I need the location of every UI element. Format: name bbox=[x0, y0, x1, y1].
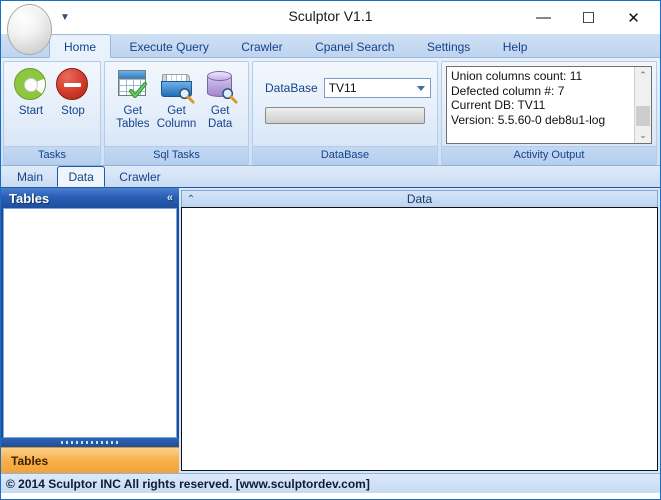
copyright-text: © 2014 Sculptor INC All rights reserved.… bbox=[6, 477, 370, 491]
data-pane: ⌃ Data bbox=[181, 190, 658, 471]
minimize-button[interactable]: — bbox=[521, 2, 566, 33]
tab-data[interactable]: Data bbox=[57, 166, 104, 187]
database-progress-bar bbox=[265, 107, 425, 124]
ribbon-group-activity-output: Union columns count: 11 Defected column … bbox=[441, 61, 657, 165]
tables-pane-title: Tables bbox=[9, 191, 49, 206]
database-field-label: DataBase bbox=[265, 81, 318, 95]
database-combobox-value: TV11 bbox=[329, 81, 357, 95]
scroll-down-icon[interactable]: ⌄ bbox=[635, 127, 651, 143]
ribbon-group-tasks-label: Tasks bbox=[4, 146, 100, 164]
close-button[interactable]: ✕ bbox=[611, 2, 656, 33]
scroll-up-icon[interactable]: ⌃ bbox=[635, 67, 651, 83]
ribbon-tab-help[interactable]: Help bbox=[489, 35, 542, 59]
collapse-left-icon[interactable]: « bbox=[165, 192, 175, 204]
activity-line-2: Defected column #: 7 bbox=[451, 84, 647, 99]
ribbon-group-database-body: DataBase TV11 bbox=[253, 62, 437, 146]
ribbon-group-tasks: Start Stop Tasks bbox=[3, 61, 101, 165]
green-ring-icon bbox=[14, 68, 48, 102]
database-selector-row: DataBase TV11 bbox=[265, 78, 431, 98]
quick-access-dropdown-icon[interactable]: ▼ bbox=[58, 11, 72, 25]
activity-line-3: Current DB: TV11 bbox=[451, 98, 647, 113]
ribbon-tab-home[interactable]: Home bbox=[49, 34, 111, 58]
status-bar: © 2014 Sculptor INC All rights reserved.… bbox=[1, 473, 660, 493]
tables-bottom-tab[interactable]: Tables bbox=[1, 447, 179, 473]
tables-pane: Tables « Tables bbox=[1, 188, 179, 473]
ribbon-group-activity-body: Union columns count: 11 Defected column … bbox=[442, 62, 656, 146]
get-column-label-line1: Get bbox=[167, 105, 186, 117]
activity-line-1: Union columns count: 11 bbox=[451, 69, 647, 84]
scrollbar-thumb[interactable] bbox=[636, 106, 650, 126]
database-combobox[interactable]: TV11 bbox=[324, 78, 431, 98]
start-button-label: Start bbox=[19, 105, 43, 118]
ribbon-group-sql-tasks: Get Tables bbox=[104, 61, 249, 165]
data-pane-header: ⌃ Data bbox=[181, 190, 658, 207]
stop-button[interactable]: Stop bbox=[52, 66, 94, 118]
folder-search-icon bbox=[160, 68, 194, 102]
ribbon-group-database-label: DataBase bbox=[253, 146, 437, 164]
application-orb-button[interactable] bbox=[7, 4, 52, 55]
pane-splitter[interactable] bbox=[1, 438, 179, 447]
document-tab-strip: Main Data Crawler bbox=[1, 166, 660, 188]
table-check-icon bbox=[116, 68, 150, 102]
database-search-icon bbox=[203, 68, 237, 102]
activity-line-4: Version: 5.5.60-0 deb8u1-log bbox=[451, 113, 647, 128]
get-column-label-line2: Column bbox=[157, 118, 197, 130]
tab-main[interactable]: Main bbox=[7, 167, 53, 188]
splitter-grip-icon bbox=[61, 441, 119, 444]
tab-crawler[interactable]: Crawler bbox=[109, 167, 170, 188]
ribbon-group-sql-tasks-body: Get Tables bbox=[105, 62, 248, 146]
chevron-down-icon bbox=[417, 86, 425, 91]
activity-output-scrollbar[interactable]: ⌃ ⌄ bbox=[634, 67, 651, 143]
application-window: Sculptor V1.1 — ☐ ✕ ▼ Home Execute Query… bbox=[0, 0, 661, 500]
tables-list[interactable] bbox=[3, 208, 177, 438]
ribbon-group-sql-tasks-label: Sql Tasks bbox=[105, 146, 248, 164]
get-tables-button[interactable]: Get Tables bbox=[111, 66, 155, 131]
ribbon-tab-cpanel-search[interactable]: Cpanel Search bbox=[301, 35, 408, 59]
tables-pane-header: Tables « bbox=[1, 188, 179, 208]
stop-button-label: Stop bbox=[61, 105, 85, 118]
ribbon-group-activity-label: Activity Output bbox=[442, 146, 656, 164]
get-tables-label-line2: Tables bbox=[116, 118, 149, 130]
ribbon-panel: Start Stop Tasks bbox=[1, 58, 660, 166]
ribbon-tab-crawler[interactable]: Crawler bbox=[227, 35, 296, 59]
maximize-button[interactable]: ☐ bbox=[566, 2, 611, 33]
red-stop-icon bbox=[56, 68, 90, 102]
ribbon-tab-settings[interactable]: Settings bbox=[413, 35, 484, 59]
get-tables-label-line1: Get bbox=[124, 105, 143, 117]
ribbon-group-database: DataBase TV11 DataBase bbox=[252, 61, 438, 165]
work-area: Tables « Tables ⌃ Data bbox=[1, 188, 660, 473]
get-data-button[interactable]: Get Data bbox=[198, 66, 242, 131]
get-column-button[interactable]: Get Column bbox=[155, 66, 199, 131]
ribbon-group-tasks-body: Start Stop bbox=[4, 62, 100, 146]
ribbon-tab-execute-query[interactable]: Execute Query bbox=[115, 35, 222, 59]
ribbon-tab-strip: Home Execute Query Crawler Cpanel Search… bbox=[1, 34, 660, 58]
get-data-label-line1: Get bbox=[211, 105, 230, 117]
title-bar: Sculptor V1.1 — ☐ ✕ bbox=[1, 1, 660, 34]
data-grid[interactable] bbox=[181, 207, 658, 471]
data-pane-title: Data bbox=[182, 192, 657, 206]
window-controls: — ☐ ✕ bbox=[521, 1, 656, 34]
start-button[interactable]: Start bbox=[10, 66, 52, 118]
activity-output-textbox[interactable]: Union columns count: 11 Defected column … bbox=[446, 66, 652, 144]
get-data-label-line2: Data bbox=[208, 118, 232, 130]
activity-output-lines: Union columns count: 11 Defected column … bbox=[447, 67, 651, 129]
